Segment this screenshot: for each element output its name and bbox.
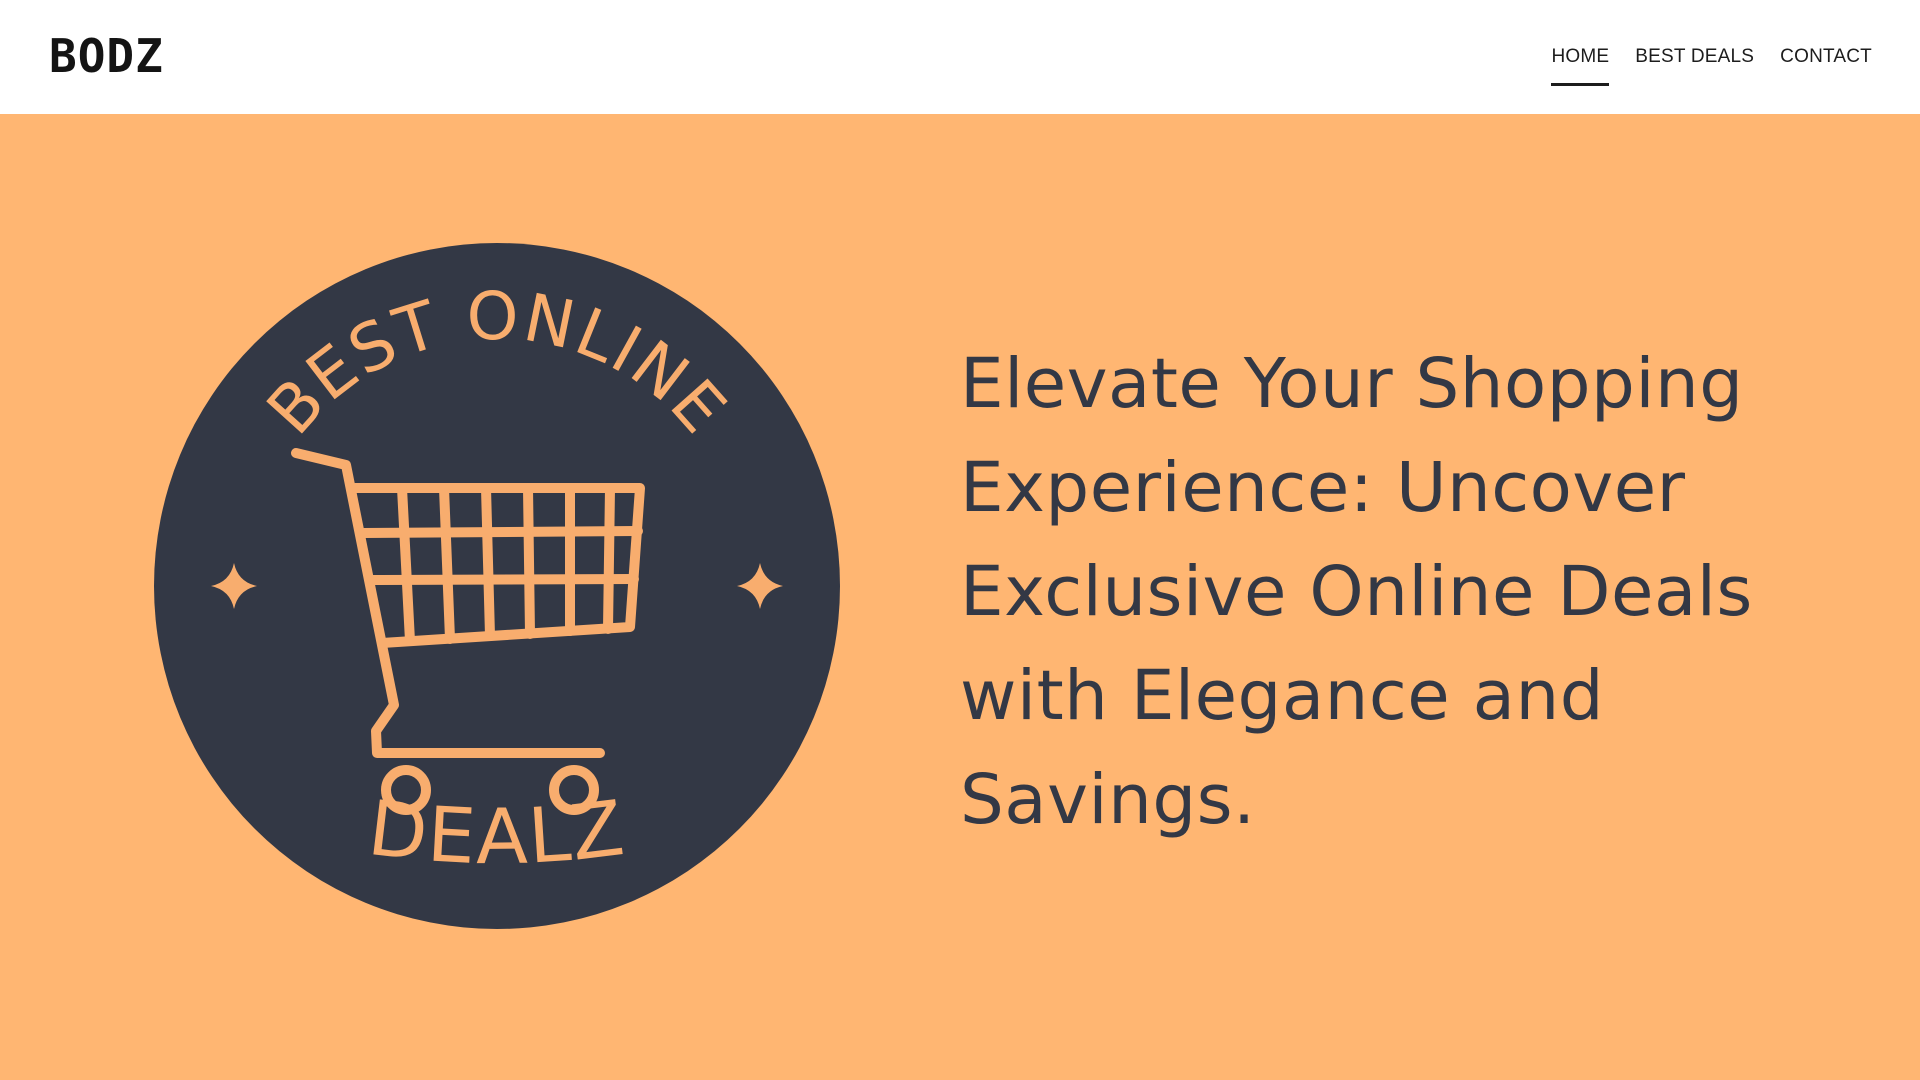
site-header: BODZ HOME BEST DEALS CONTACT [0, 0, 1920, 114]
main-nav: HOME BEST DEALS CONTACT [1551, 40, 1872, 86]
nav-home-link[interactable]: HOME [1551, 40, 1610, 86]
hero-headline: Elevate Your Shopping Experience: Uncove… [960, 344, 1753, 840]
nav-best-deals-link[interactable]: BEST DEALS [1635, 40, 1754, 74]
site-logo[interactable]: BODZ [49, 28, 164, 84]
best-online-dealz-badge: BEST ONLINE DEALZ [154, 243, 840, 929]
nav-contact-link[interactable]: CONTACT [1780, 40, 1872, 74]
hero-section: BEST ONLINE DEALZ Elevate Your Shopping … [0, 114, 1920, 1080]
